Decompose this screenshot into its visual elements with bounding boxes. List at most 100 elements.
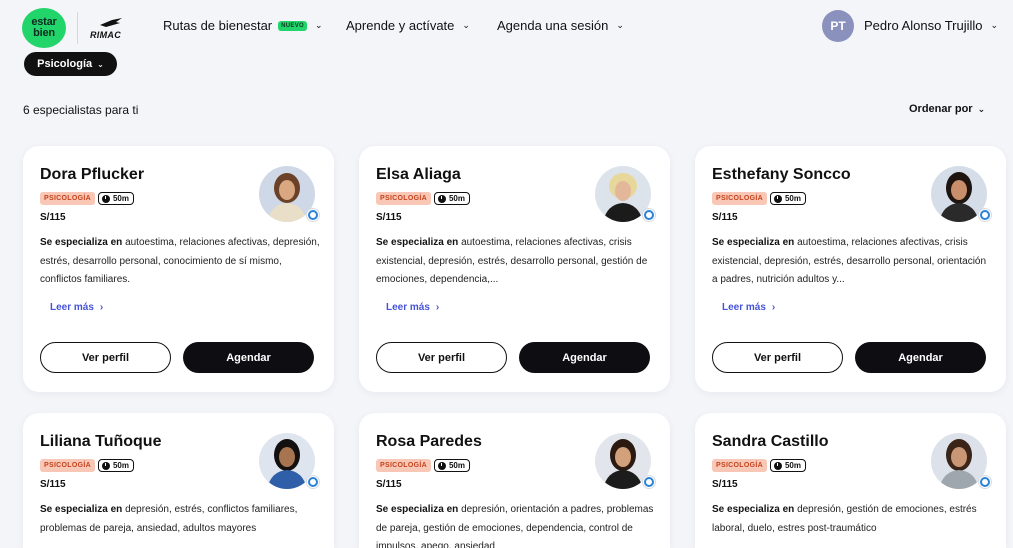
specialist-name[interactable]: Elsa Aliaga (376, 166, 461, 184)
nav-agenda-una-sesion[interactable]: Agenda una sesión ⌄ (497, 18, 624, 33)
clock-icon (437, 194, 446, 203)
verified-badge-icon (642, 208, 656, 222)
rimac-logo: RIMAC (88, 14, 134, 42)
session-price: S/115 (40, 212, 66, 223)
filter-label: Psicología (37, 58, 93, 70)
specialist-name[interactable]: Rosa Paredes (376, 433, 482, 451)
desc-prefix: Se especializa en (712, 504, 795, 515)
specialty-tag: PSICOLOGÍA (712, 192, 767, 205)
view-profile-button[interactable]: Ver perfil (40, 342, 171, 373)
estar-bien-logo[interactable]: estar bien (22, 8, 66, 48)
rimac-logo-text: RIMAC (90, 30, 121, 40)
session-price: S/115 (712, 479, 738, 490)
clock-icon (101, 194, 110, 203)
read-more-link[interactable]: Leer más › (722, 302, 775, 313)
logo-divider (77, 12, 78, 44)
specialist-name[interactable]: Dora Pflucker (40, 166, 144, 184)
top-navigation-bar: estar bien RIMAC Rutas de bienestar NUEV… (0, 0, 1013, 56)
chevron-down-icon: ⌄ (462, 20, 470, 30)
verified-badge-icon (978, 475, 992, 489)
nav-aprende-y-activate[interactable]: Aprende y actívate ⌄ (346, 18, 470, 33)
chevron-down-icon: ⌄ (977, 103, 986, 114)
specialty-filter-dropdown[interactable]: Psicología ⌄ (24, 52, 117, 76)
specialist-description: Se especializa en depresión, orientación… (376, 501, 656, 548)
desc-prefix: Se especializa en (712, 237, 795, 248)
read-more-link[interactable]: Leer más › (386, 302, 439, 313)
specialty-tag: PSICOLOGÍA (376, 192, 431, 205)
chevron-down-icon: ⌄ (990, 20, 999, 30)
read-more-link[interactable]: Leer más › (50, 302, 103, 313)
user-menu[interactable]: Pedro Alonso Trujillo ⌄ (864, 18, 998, 33)
verified-badge-icon (642, 475, 656, 489)
specialist-name[interactable]: Sandra Castillo (712, 433, 828, 451)
results-count: 6 especialistas para ti (23, 103, 139, 117)
nav-label: Agenda una sesión (497, 18, 609, 33)
specialist-description: Se especializa en autoestima, relaciones… (40, 234, 320, 290)
book-button[interactable]: Agendar (855, 342, 986, 373)
book-button[interactable]: Agendar (183, 342, 314, 373)
desc-prefix: Se especializa en (376, 237, 459, 248)
verified-badge-icon (306, 208, 320, 222)
chevron-right-icon: › (435, 302, 440, 313)
duration-tag: 50m (769, 459, 806, 472)
specialist-name[interactable]: Liliana Tuñoque (40, 433, 161, 451)
specialist-card: Rosa Paredes PSICOLOGÍA 50m S/115 Se esp… (359, 413, 670, 548)
specialist-name[interactable]: Esthefany Soncco (712, 166, 851, 184)
card-tags: PSICOLOGÍA 50m (376, 459, 470, 472)
specialty-tag: PSICOLOGÍA (40, 192, 95, 205)
card-tags: PSICOLOGÍA 50m (40, 192, 134, 205)
duration-text: 50m (784, 194, 801, 203)
read-more-label: Leer más (386, 302, 430, 313)
duration-text: 50m (448, 461, 465, 470)
card-tags: PSICOLOGÍA 50m (712, 192, 806, 205)
specialty-tag: PSICOLOGÍA (712, 459, 767, 472)
session-price: S/115 (712, 212, 738, 223)
view-profile-button[interactable]: Ver perfil (376, 342, 507, 373)
card-tags: PSICOLOGÍA 50m (376, 192, 470, 205)
duration-tag: 50m (769, 192, 806, 205)
specialist-card: Dora Pflucker PSICOLOGÍA 50m S/115 Se es… (23, 146, 334, 392)
view-profile-button[interactable]: Ver perfil (712, 342, 843, 373)
nav-label: Aprende y actívate (346, 18, 455, 33)
verified-badge-icon (978, 208, 992, 222)
duration-tag: 50m (433, 192, 470, 205)
new-badge: NUEVO (278, 20, 307, 31)
clock-icon (773, 194, 782, 203)
clock-icon (101, 461, 110, 470)
chevron-right-icon: › (771, 302, 776, 313)
duration-text: 50m (784, 461, 801, 470)
read-more-label: Leer más (50, 302, 94, 313)
specialist-card: Esthefany Soncco PSICOLOGÍA 50m S/115 Se… (695, 146, 1006, 392)
session-price: S/115 (376, 479, 402, 490)
chevron-right-icon: › (99, 302, 104, 313)
specialty-tag: PSICOLOGÍA (40, 459, 95, 472)
clock-icon (773, 461, 782, 470)
chevron-down-icon: ⌄ (616, 20, 624, 30)
logo-text-bien: bien (33, 27, 55, 39)
specialist-card: Sandra Castillo PSICOLOGÍA 50m S/115 Se … (695, 413, 1006, 548)
nav-label: Rutas de bienestar (163, 18, 273, 33)
user-avatar[interactable]: PT (822, 10, 854, 42)
duration-tag: 50m (97, 459, 134, 472)
specialist-card: Liliana Tuñoque PSICOLOGÍA 50m S/115 Se … (23, 413, 334, 548)
card-tags: PSICOLOGÍA 50m (40, 459, 134, 472)
desc-prefix: Se especializa en (40, 237, 123, 248)
read-more-label: Leer más (722, 302, 766, 313)
card-tags: PSICOLOGÍA 50m (712, 459, 806, 472)
sort-label: Ordenar por (909, 103, 973, 115)
verified-badge-icon (306, 475, 320, 489)
sort-by-dropdown[interactable]: Ordenar por ⌄ (909, 103, 985, 115)
specialist-description: Se especializa en autoestima, relaciones… (376, 234, 656, 290)
nav-rutas-de-bienestar[interactable]: Rutas de bienestar NUEVO ⌄ (163, 18, 323, 33)
book-button[interactable]: Agendar (519, 342, 650, 373)
duration-text: 50m (112, 461, 129, 470)
session-price: S/115 (376, 212, 402, 223)
duration-text: 50m (112, 194, 129, 203)
desc-prefix: Se especializa en (376, 504, 459, 515)
specialist-description: Se especializa en depresión, estrés, con… (40, 501, 320, 548)
rimac-mark-icon (100, 18, 122, 27)
specialty-tag: PSICOLOGÍA (376, 459, 431, 472)
session-price: S/115 (40, 479, 66, 490)
specialist-card: Elsa Aliaga PSICOLOGÍA 50m S/115 Se espe… (359, 146, 670, 392)
specialist-description: Se especializa en autoestima, relaciones… (712, 234, 992, 290)
